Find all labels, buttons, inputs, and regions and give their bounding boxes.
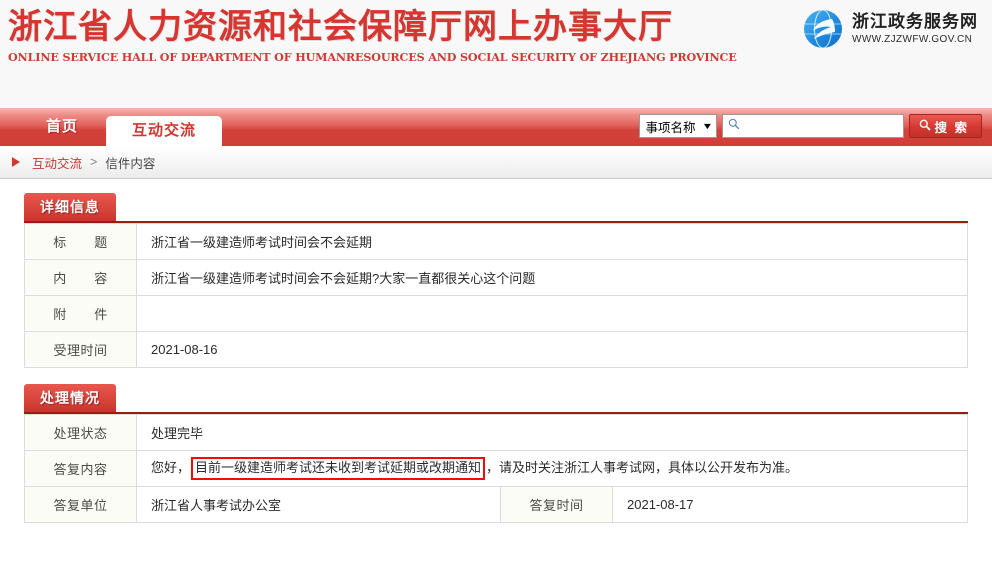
process-table: 处理状态 处理完毕 答复内容 您好，目前一级建造师考试还未收到考试延期或改期通知…: [24, 414, 968, 523]
search-category-value: 事项名称: [646, 117, 696, 136]
process-panel-head: 处理情况: [24, 386, 968, 414]
site-title-en: ONLINE SERVICE HALL OF DEPARTMENT OF HUM…: [8, 51, 596, 64]
detail-value-accept-time: 2021-08-16: [137, 332, 968, 368]
table-row: 处理状态 处理完毕: [25, 415, 968, 451]
site-header: 浙江省人力资源和社会保障厅网上办事大厅 ONLINE SERVICE HALL …: [0, 0, 992, 108]
table-row: 标 题 浙江省一级建造师考试时间会不会延期: [25, 224, 968, 260]
process-panel: 处理情况 处理状态 处理完毕 答复内容: [24, 386, 968, 523]
reply-prefix: 您好，: [151, 460, 190, 475]
gov-portal-logo[interactable]: 浙江政务服务网 WWW.ZJZWFW.GOV.CN: [802, 8, 978, 50]
table-row: 答复单位 浙江省人事考试办公室 答复时间 2021-08-17: [25, 487, 968, 523]
brand-block: 浙江省人力资源和社会保障厅网上办事大厅 ONLINE SERVICE HALL …: [8, 4, 593, 64]
detail-value-content: 浙江省一级建造师考试时间会不会延期?大家一直都很关心这个问题: [137, 260, 968, 296]
nav-item-interaction[interactable]: 互动交流: [106, 116, 222, 146]
detail-label-title: 标 题: [25, 224, 137, 260]
detail-value-attachment: [137, 296, 968, 332]
table-row: 内 容 浙江省一级建造师考试时间会不会延期?大家一直都很关心这个问题: [25, 260, 968, 296]
reply-text-line: 您好，目前一级建造师考试还未收到考试延期或改期通知，请及时关注浙江人事考试网，具…: [151, 460, 798, 475]
detail-panel-head: 详细信息: [24, 195, 968, 223]
gov-logo-url: WWW.ZJZWFW.GOV.CN: [852, 35, 978, 45]
process-label-status: 处理状态: [25, 415, 137, 451]
reply-highlight-box: 目前一级建造师考试还未收到考试延期或改期通知: [191, 457, 485, 479]
detail-table: 标 题 浙江省一级建造师考试时间会不会延期 内 容 浙江省一级建造师考试时间会不…: [24, 223, 968, 368]
zjzwfw-globe-icon: [802, 8, 844, 50]
process-value-unit: 浙江省人事考试办公室: [137, 487, 501, 523]
search-category-select[interactable]: 事项名称 ▼: [639, 114, 717, 138]
detail-label-attachment: 附 件: [25, 296, 137, 332]
breadcrumb: 互动交流 > 信件内容: [0, 146, 992, 179]
main-nav-bar: 首页 互动交流 事项名称 ▼ 搜 索: [0, 108, 992, 146]
detail-panel-title: 详细信息: [24, 193, 116, 221]
process-panel-title: 处理情况: [24, 384, 116, 412]
detail-panel: 详细信息 标 题 浙江省一级建造师考试时间会不会延期 内 容 浙江省一级建造师考…: [24, 195, 968, 368]
detail-value-title: 浙江省一级建造师考试时间会不会延期: [137, 224, 968, 260]
process-label-reply-time: 答复时间: [501, 487, 613, 523]
nav-item-home[interactable]: 首页: [18, 108, 106, 146]
search-button-label: 搜 索: [935, 117, 969, 136]
detail-label-content: 内 容: [25, 260, 137, 296]
reply-suffix: ，请及时关注浙江人事考试网，具体以公开发布为准。: [486, 460, 798, 475]
nav-items: 首页 互动交流: [18, 108, 222, 146]
search-zone: 事项名称 ▼ 搜 索: [639, 114, 982, 138]
page-body: 详细信息 标 题 浙江省一级建造师考试时间会不会延期 内 容 浙江省一级建造师考…: [0, 179, 992, 523]
chevron-down-icon: ▼: [701, 122, 713, 131]
process-value-reply-time: 2021-08-17: [613, 487, 968, 523]
detail-label-accept-time: 受理时间: [25, 332, 137, 368]
process-value-status: 处理完毕: [137, 415, 968, 451]
search-field-wrap[interactable]: [722, 114, 904, 138]
table-row: 受理时间 2021-08-16: [25, 332, 968, 368]
site-title-cn: 浙江省人力资源和社会保障厅网上办事大厅: [8, 4, 593, 50]
search-input[interactable]: [744, 119, 898, 133]
table-row: 答复内容 您好，目前一级建造师考试还未收到考试延期或改期通知，请及时关注浙江人事…: [25, 451, 968, 487]
process-label-unit: 答复单位: [25, 487, 137, 523]
gov-logo-name: 浙江政务服务网: [852, 12, 978, 32]
process-value-reply: 您好，目前一级建造师考试还未收到考试延期或改期通知，请及时关注浙江人事考试网，具…: [137, 451, 968, 487]
breadcrumb-link-parent[interactable]: 互动交流: [32, 153, 82, 172]
table-row: 附 件: [25, 296, 968, 332]
search-icon: [728, 117, 740, 135]
search-button[interactable]: 搜 索: [909, 114, 982, 138]
breadcrumb-separator: >: [90, 155, 97, 169]
triangle-right-icon: [12, 157, 20, 167]
search-button-icon: [919, 119, 931, 134]
breadcrumb-current: 信件内容: [105, 153, 155, 172]
process-label-reply: 答复内容: [25, 451, 137, 487]
